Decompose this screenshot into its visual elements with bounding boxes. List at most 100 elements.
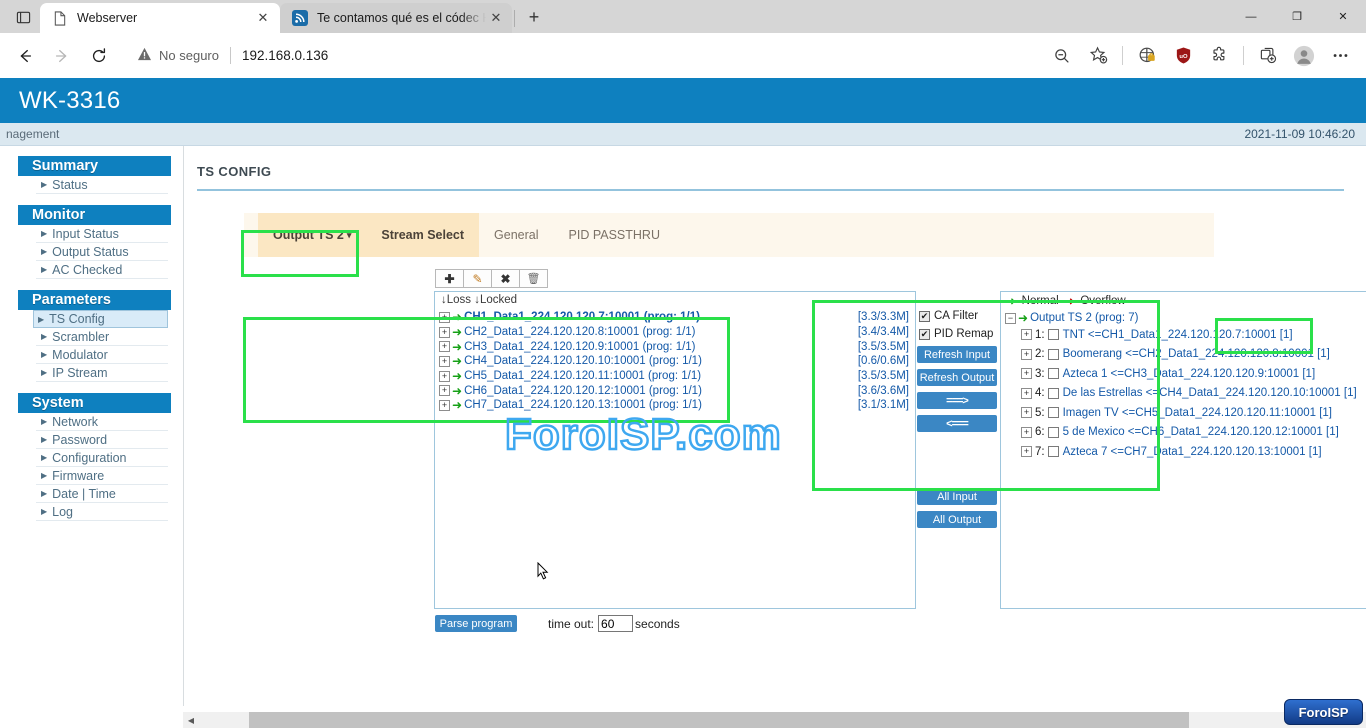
trash-icon[interactable]: 🗑	[519, 269, 548, 288]
parse-program-button[interactable]: Parse program	[435, 615, 517, 632]
sidebar-item-output-status[interactable]: ▶ Output Status	[36, 243, 168, 261]
all-output-button[interactable]: All Output	[917, 511, 997, 528]
list-item[interactable]: + ➜ CH5_Data1_224.120.120.11:10001 (prog…	[439, 369, 915, 384]
sidebar-item-date-time[interactable]: ▶ Date | Time	[36, 485, 168, 503]
expand-icon[interactable]: +	[1021, 407, 1032, 418]
row-checkbox[interactable]	[1048, 329, 1059, 340]
sidebar-item-log[interactable]: ▶ Log	[36, 503, 168, 521]
list-item[interactable]: + ➜ CH1_Data1_224.120.120.7:10001 (prog:…	[439, 310, 915, 325]
sidebar-item-password[interactable]: ▶ Password	[36, 431, 168, 449]
omnibox-divider	[230, 47, 231, 64]
expand-icon[interactable]: +	[439, 356, 450, 367]
output-tree-panel[interactable]: ➜Normal ➜Overflow − ➜ Output TS 2 (prog:…	[1000, 291, 1366, 609]
row-checkbox[interactable]	[1048, 427, 1059, 438]
table-row[interactable]: + 6: 5 de Mexico <=CH6_Data1_224.120.120…	[1021, 423, 1366, 443]
scroll-left-icon[interactable]: ◀	[183, 716, 199, 725]
table-row[interactable]: + 2: Boomerang <=CH2_Data1_224.120.120.8…	[1021, 345, 1366, 365]
tab-general[interactable]: General	[479, 213, 553, 257]
table-row[interactable]: + 5: Imagen TV <=CH5_Data1_224.120.120.1…	[1021, 403, 1366, 423]
table-row[interactable]: + 3: Azteca 1 <=CH3_Data1_224.120.120.9:…	[1021, 364, 1366, 384]
reload-icon[interactable]	[82, 39, 116, 73]
expand-icon[interactable]: +	[439, 327, 450, 338]
browser-tab-1[interactable]: Webserver ✕	[40, 3, 280, 33]
settings-more-icon[interactable]	[1323, 39, 1357, 73]
extensions-icon[interactable]	[1202, 39, 1236, 73]
sidebar-item-scrambler[interactable]: ▶ Scrambler	[36, 328, 168, 346]
pid-remap-checkbox[interactable]: ✔ PID Remap	[919, 328, 999, 340]
row-checkbox[interactable]	[1048, 446, 1059, 457]
sidebar-item-ac-checked[interactable]: ▶ AC Checked	[36, 261, 168, 279]
url-text[interactable]: 192.168.0.136	[242, 48, 328, 63]
list-item[interactable]: + ➜ CH6_Data1_224.120.120.12:10001 (prog…	[439, 383, 915, 398]
expand-icon[interactable]: +	[1021, 368, 1032, 379]
browser-essentials-icon[interactable]	[1251, 39, 1285, 73]
horizontal-scrollbar[interactable]: ◀	[183, 712, 1366, 728]
edit-icon[interactable]: ✎	[463, 269, 492, 288]
move-right-button[interactable]: ===>	[917, 392, 997, 409]
refresh-output-button[interactable]: Refresh Output	[917, 369, 997, 386]
browser-navbar: No seguro 192.168.0.136 uO	[0, 33, 1366, 78]
new-tab-button[interactable]: +	[519, 3, 549, 31]
list-item[interactable]: + ➜ CH2_Data1_224.120.120.8:10001 (prog:…	[439, 325, 915, 340]
row-checkbox[interactable]	[1048, 407, 1059, 418]
scrollbar-thumb[interactable]	[249, 712, 1189, 728]
sidebar-item-ts-config[interactable]: ▶ TS Config	[33, 310, 168, 328]
table-row[interactable]: + 7: Azteca 7 <=CH7_Data1_224.120.120.13…	[1021, 442, 1366, 462]
table-row[interactable]: + 4: De las Estrellas <=CH4_Data1_224.12…	[1021, 384, 1366, 404]
sidebar-item-status[interactable]: ▶ Status	[36, 176, 168, 194]
expand-icon[interactable]: +	[439, 312, 450, 323]
maximize-icon[interactable]: ❐	[1274, 0, 1320, 33]
row-checkbox[interactable]	[1048, 368, 1059, 379]
minimize-icon[interactable]: —	[1228, 0, 1274, 33]
normal-arrow-icon: ➜	[1018, 311, 1028, 325]
expand-icon[interactable]: +	[439, 400, 450, 411]
sidebar-item-modulator[interactable]: ▶ Modulator	[36, 346, 168, 364]
list-item[interactable]: + ➜ CH3_Data1_224.120.120.9:10001 (prog:…	[439, 339, 915, 354]
expand-icon[interactable]: +	[1021, 349, 1032, 360]
not-secure-indicator[interactable]: No seguro	[137, 47, 219, 64]
output-tree-root[interactable]: − ➜ Output TS 2 (prog: 7)	[1001, 308, 1366, 325]
collapse-icon[interactable]: −	[1005, 313, 1016, 324]
expand-icon[interactable]: +	[439, 341, 450, 352]
address-bar[interactable]: No seguro 192.168.0.136	[127, 41, 1036, 71]
add-icon[interactable]: ✚	[435, 269, 464, 288]
refresh-input-button[interactable]: Refresh Input	[917, 346, 997, 363]
tab-output-ts-2[interactable]: Output TS 2 ▾	[258, 213, 366, 257]
caret-right-icon: ▶	[41, 229, 47, 238]
browser-window: Webserver ✕ Te contamos qué es el códec …	[0, 0, 1366, 728]
expand-icon[interactable]: +	[1021, 388, 1032, 399]
list-item[interactable]: + ➜ CH4_Data1_224.120.120.10:10001 (prog…	[439, 354, 915, 369]
zoom-out-icon[interactable]	[1045, 39, 1079, 73]
tab-actions-icon[interactable]	[6, 3, 40, 31]
expand-icon[interactable]: +	[1021, 427, 1032, 438]
timeout-input[interactable]	[598, 615, 633, 632]
remove-icon[interactable]: ✖	[491, 269, 520, 288]
sidebar-item-network[interactable]: ▶ Network	[36, 413, 168, 431]
caret-right-icon: ▶	[41, 417, 47, 426]
sidebar-item-firmware[interactable]: ▶ Firmware	[36, 467, 168, 485]
close-icon[interactable]: ✕	[486, 7, 506, 29]
tab-stream-select[interactable]: Stream Select	[366, 213, 479, 257]
ca-filter-checkbox[interactable]: ✔ CA Filter	[919, 310, 999, 322]
expand-icon[interactable]: +	[1021, 329, 1032, 340]
expand-icon[interactable]: +	[439, 371, 450, 382]
tab-pid-passthru[interactable]: PID PASSTHRU	[554, 213, 675, 257]
profile-icon[interactable]	[1287, 39, 1321, 73]
ublock-icon[interactable]: uO	[1166, 39, 1200, 73]
all-input-button[interactable]: All Input	[917, 488, 997, 505]
expand-icon[interactable]: +	[1021, 446, 1032, 457]
expand-icon[interactable]: +	[439, 385, 450, 396]
sidebar-item-ip-stream[interactable]: ▶ IP Stream	[36, 364, 168, 382]
collections-split-icon[interactable]	[1130, 39, 1164, 73]
row-checkbox[interactable]	[1048, 388, 1059, 399]
browser-tab-2[interactable]: Te contamos qué es el códec H.2 ✕	[280, 3, 512, 33]
move-left-button[interactable]: <===	[917, 415, 997, 432]
window-close-icon[interactable]: ✕	[1320, 0, 1366, 33]
favorite-icon[interactable]	[1081, 39, 1115, 73]
table-row[interactable]: + 1: TNT <=CH1_Data1_224.120.120.7:10001…	[1021, 325, 1366, 345]
back-icon[interactable]	[8, 39, 42, 73]
close-icon[interactable]: ✕	[252, 7, 274, 29]
sidebar-item-input-status[interactable]: ▶ Input Status	[36, 225, 168, 243]
row-checkbox[interactable]	[1048, 349, 1059, 360]
sidebar-item-configuration[interactable]: ▶ Configuration	[36, 449, 168, 467]
